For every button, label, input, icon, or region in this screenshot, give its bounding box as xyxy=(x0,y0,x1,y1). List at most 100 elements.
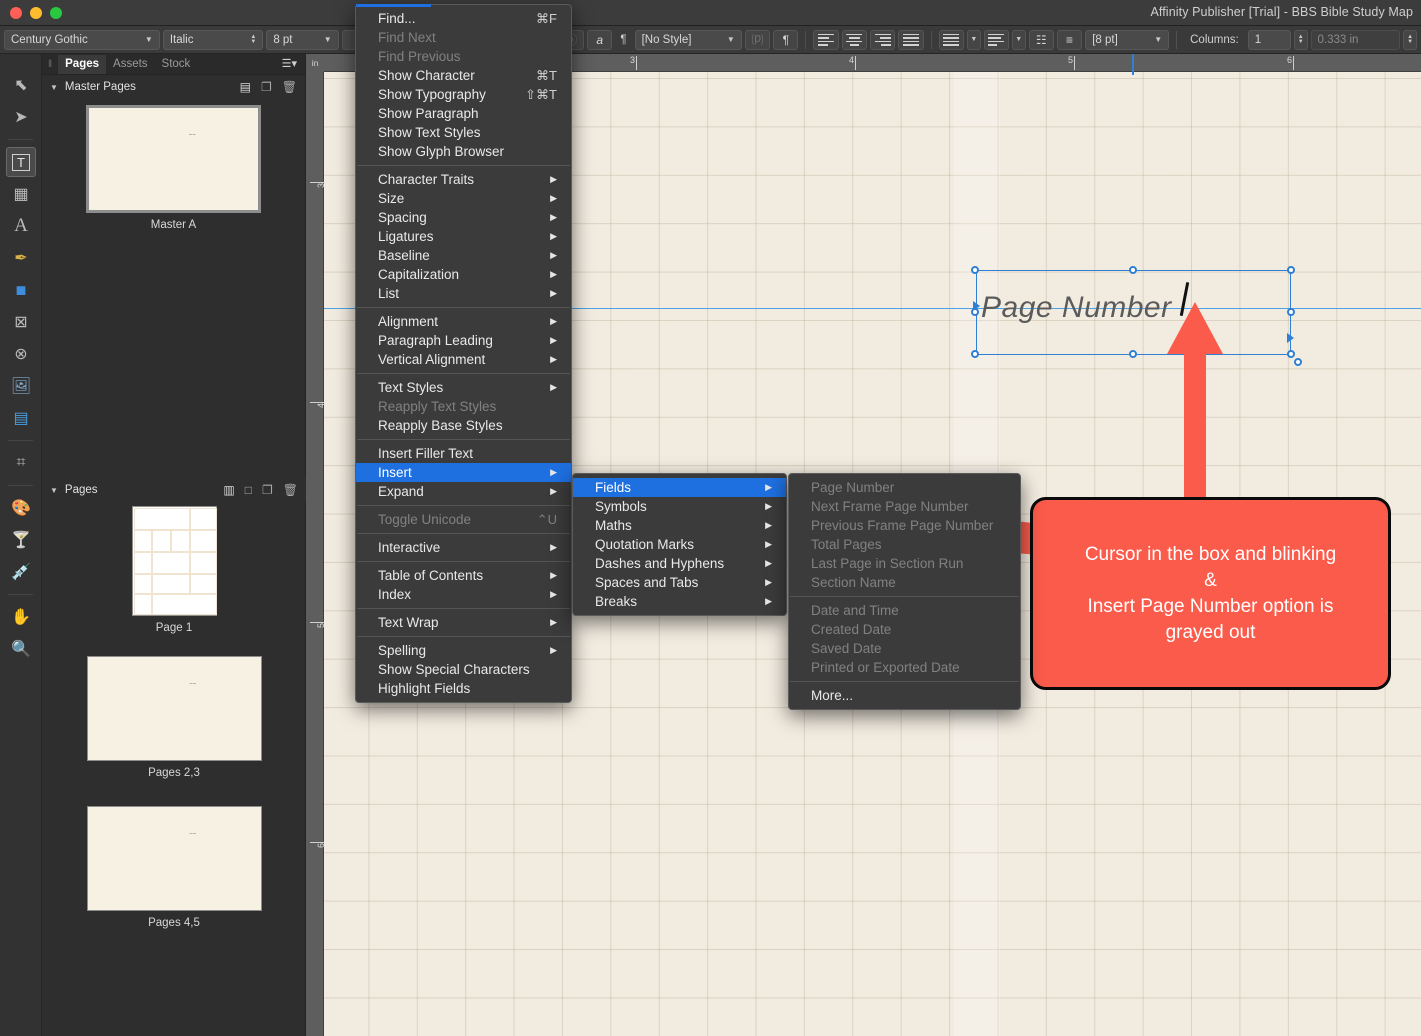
numbered-list-button[interactable]: ≡ xyxy=(1057,30,1082,50)
tool-move-tool[interactable]: ⬉ xyxy=(6,70,36,100)
tool-node-tool[interactable]: ➤ xyxy=(6,102,36,132)
tab-stock[interactable]: Stock xyxy=(155,55,198,74)
text-menu[interactable]: Find...⌘FFind NextFind PreviousShow Char… xyxy=(355,4,572,703)
paragraph-panel-toggle[interactable]: ⒫ xyxy=(745,30,770,50)
text-menu-item-highlight-fields[interactable]: Highlight Fields xyxy=(356,679,571,698)
leading-select[interactable]: [8 pt] ▼ xyxy=(1085,30,1169,50)
pages-header[interactable]: ▼ Pages ▥ □ ❐ 🗑 xyxy=(42,478,306,502)
text-flow-button[interactable] xyxy=(984,30,1009,50)
frame-handle-bl[interactable] xyxy=(971,350,979,358)
columns-input[interactable]: 1 xyxy=(1248,30,1291,50)
fields-item-more[interactable]: More... xyxy=(789,686,1020,705)
duplicate-page-icon[interactable]: ❐ xyxy=(262,483,273,497)
text-menu-item-spelling[interactable]: Spelling▶ xyxy=(356,641,571,660)
insert-item-spaces-and-tabs[interactable]: Spaces and Tabs▶ xyxy=(573,573,786,592)
tool-artistic-text-tool[interactable]: A xyxy=(6,211,36,241)
text-menu-item-reapply-base-styles[interactable]: Reapply Base Styles xyxy=(356,416,571,435)
text-menu-item-spacing[interactable]: Spacing▶ xyxy=(356,208,571,227)
frame-handle-corner-extra[interactable] xyxy=(1294,358,1302,366)
bullet-list-button[interactable]: ☷ xyxy=(1029,30,1054,50)
panel-menu-icon[interactable]: ☰▾ xyxy=(282,57,297,70)
fields-submenu[interactable]: Page NumberNext Frame Page NumberPreviou… xyxy=(788,473,1021,710)
text-menu-item-insert[interactable]: Insert▶ xyxy=(356,463,571,482)
delete-master-icon[interactable]: 🗑 xyxy=(282,80,297,94)
text-menu-item-baseline[interactable]: Baseline▶ xyxy=(356,246,571,265)
insert-item-fields[interactable]: Fields▶ xyxy=(573,478,786,497)
gutter-input[interactable]: 0.333 in xyxy=(1311,30,1401,50)
font-family-select[interactable]: Century Gothic ▼ xyxy=(4,30,160,50)
tool-fill-tool[interactable]: 🍸 xyxy=(6,525,36,555)
master-a-thumbnail[interactable]: ▬▬ xyxy=(86,105,261,213)
tool-colour-picker-tool[interactable]: 🎨 xyxy=(6,493,36,523)
tool-place-image-tool[interactable]: 🖼 xyxy=(6,371,36,401)
frame-handle-ml[interactable] xyxy=(971,308,979,316)
font-style-select[interactable]: Italic ▲▼ xyxy=(163,30,263,50)
minimize-button[interactable] xyxy=(30,7,42,19)
character-format-button[interactable]: a xyxy=(587,30,612,50)
tool-table-tool[interactable]: ▦ xyxy=(6,179,36,209)
insert-submenu[interactable]: Fields▶Symbols▶Maths▶Quotation Marks▶Das… xyxy=(572,473,787,616)
columns-stepper[interactable]: ▲▼ xyxy=(1294,30,1308,50)
text-menu-item-paragraph-leading[interactable]: Paragraph Leading▶ xyxy=(356,331,571,350)
text-menu-item-text-styles[interactable]: Text Styles▶ xyxy=(356,378,571,397)
master-pages-header[interactable]: ▼ Master Pages ▤ ❐ 🗑 xyxy=(42,75,305,99)
text-menu-item-table-of-contents[interactable]: Table of Contents▶ xyxy=(356,566,571,585)
frame-handle-tl[interactable] xyxy=(971,266,979,274)
text-menu-item-ligatures[interactable]: Ligatures▶ xyxy=(356,227,571,246)
text-menu-item-show-typography[interactable]: Show Typography⇧⌘T xyxy=(356,85,571,104)
flow-dropdown-button[interactable]: ▼ xyxy=(1012,30,1026,50)
text-frame-content[interactable]: Page Number xyxy=(981,291,1172,325)
text-menu-item-show-special-characters[interactable]: Show Special Characters xyxy=(356,660,571,679)
vertical-ruler[interactable]: 3 4 5 6 xyxy=(306,54,324,1036)
close-button[interactable] xyxy=(10,7,22,19)
tab-assets[interactable]: Assets xyxy=(106,55,155,74)
paragraph-format-button[interactable]: ¶ xyxy=(773,30,798,50)
text-menu-item-interactive[interactable]: Interactive▶ xyxy=(356,538,571,557)
tool-crop-tool[interactable]: ⌗ xyxy=(6,448,36,478)
tool-eyedropper-tool[interactable]: 💉 xyxy=(6,557,36,587)
text-style-select[interactable]: [No Style] ▼ xyxy=(635,30,742,50)
insert-item-maths[interactable]: Maths▶ xyxy=(573,516,786,535)
pages-45-thumbnail[interactable]: ▬▬ xyxy=(87,806,262,911)
text-menu-item-show-character[interactable]: Show Character⌘T xyxy=(356,66,571,85)
insert-item-quotation-marks[interactable]: Quotation Marks▶ xyxy=(573,535,786,554)
spread-options-icon[interactable]: ▥ xyxy=(223,483,234,497)
tab-pages[interactable]: Pages xyxy=(58,55,106,74)
tool-hand-tool[interactable]: ✋ xyxy=(6,602,36,632)
pages-23-thumbnail[interactable]: ▬▬ xyxy=(87,656,262,761)
text-menu-item-find[interactable]: Find...⌘F xyxy=(356,9,571,28)
align-left-button[interactable] xyxy=(813,30,838,50)
master-page-item[interactable]: ▬▬ Master A xyxy=(42,105,305,231)
align-center-button[interactable] xyxy=(842,30,867,50)
frame-handle-tr[interactable] xyxy=(1287,266,1295,274)
page-item-3[interactable]: ▬▬ Pages 4,5 xyxy=(42,800,306,929)
page-item-2[interactable]: ▬▬ Pages 2,3 xyxy=(42,650,306,779)
tool-text-frame-tool[interactable]: T xyxy=(6,147,36,177)
text-menu-item-insert-filler-text[interactable]: Insert Filler Text xyxy=(356,444,571,463)
gutter-stepper[interactable]: ▲▼ xyxy=(1403,30,1417,50)
zoom-button[interactable] xyxy=(50,7,62,19)
frame-handle-bc[interactable] xyxy=(1129,350,1137,358)
text-menu-item-text-wrap[interactable]: Text Wrap▶ xyxy=(356,613,571,632)
insert-item-breaks[interactable]: Breaks▶ xyxy=(573,592,786,611)
frame-handle-mr[interactable] xyxy=(1287,308,1295,316)
text-menu-item-vertical-alignment[interactable]: Vertical Alignment▶ xyxy=(356,350,571,369)
page-1-thumbnail[interactable] xyxy=(132,506,217,616)
insert-item-dashes-and-hyphens[interactable]: Dashes and Hyphens▶ xyxy=(573,554,786,573)
tool-rectangle-tool[interactable]: ■ xyxy=(6,275,36,305)
text-menu-item-character-traits[interactable]: Character Traits▶ xyxy=(356,170,571,189)
add-page-icon[interactable]: □ xyxy=(245,483,252,497)
delete-page-icon[interactable]: 🗑 xyxy=(283,483,298,497)
align-justify-button[interactable] xyxy=(898,30,923,50)
panel-grip-icon[interactable]: ‖ xyxy=(48,59,52,70)
frame-handle-br[interactable] xyxy=(1287,350,1295,358)
tool-picture-frame-tool[interactable]: ⊠ xyxy=(6,307,36,337)
tool-ellipse-frame-tool[interactable]: ⊗ xyxy=(6,339,36,369)
text-flow-out-handle[interactable] xyxy=(1287,333,1294,343)
text-menu-item-list[interactable]: List▶ xyxy=(356,284,571,303)
text-menu-item-show-glyph-browser[interactable]: Show Glyph Browser xyxy=(356,142,571,161)
text-menu-item-size[interactable]: Size▶ xyxy=(356,189,571,208)
tool-zoom-tool[interactable]: 🔍 xyxy=(6,634,36,664)
window-controls[interactable] xyxy=(10,7,62,19)
page-item-1[interactable]: Page 1 xyxy=(42,500,306,634)
